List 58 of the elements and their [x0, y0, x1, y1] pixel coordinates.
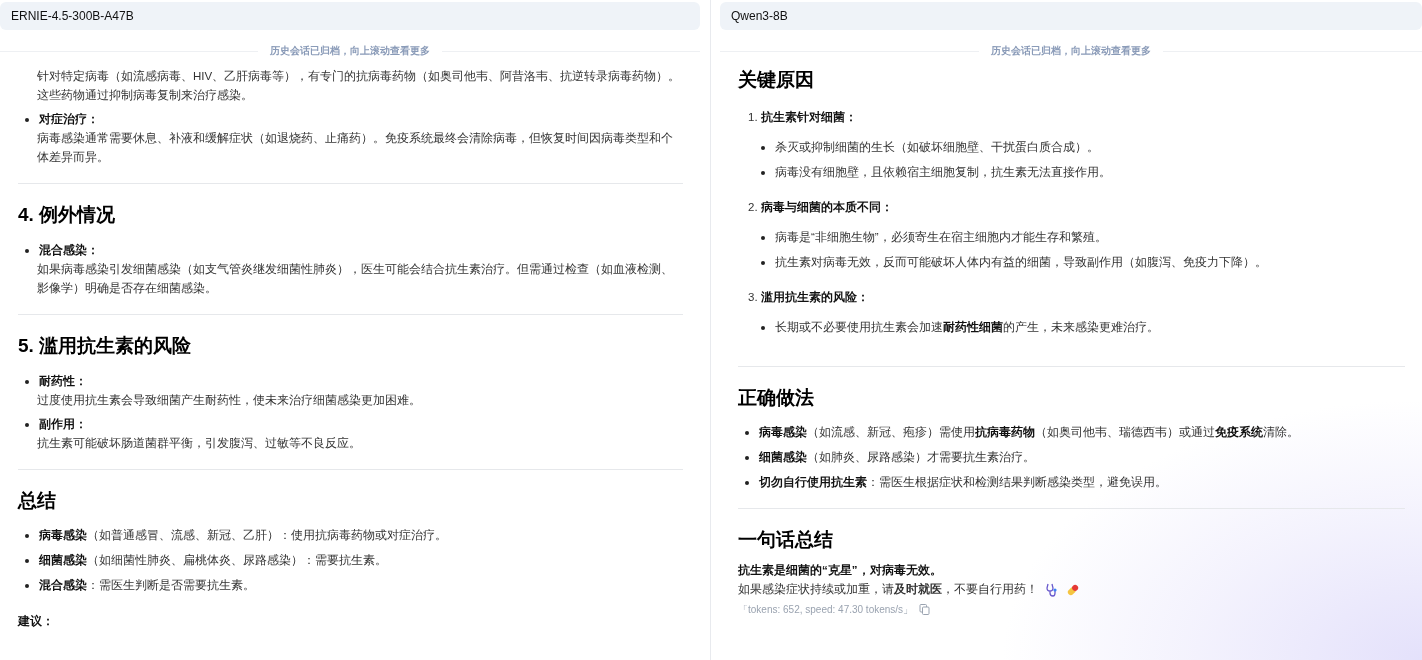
item-label: 耐药性：: [39, 373, 87, 389]
item-text: 过度使用抗生素会导致细菌产生耐药性，使未来治疗细菌感染更加困难。: [36, 393, 422, 408]
item-text: 细菌感染（如细菌性肺炎、扁桃体炎、尿路感染）：需要抗生素。: [39, 552, 387, 568]
item-text: 切勿自行使用抗生素：需医生根据症状和检测结果判断感染类型，避免误用。: [759, 474, 1167, 490]
bullet-dot: [745, 455, 749, 460]
item-text: 病毒感染（如流感、新冠、疱疹）需使用抗病毒药物（如奥司他韦、瑞德西韦）或通过免疫系统清除。: [759, 424, 1299, 440]
item-number: 2.: [748, 201, 758, 213]
item-text: 杀灭或抑制细菌的生长（如破坏细胞壁、干扰蛋白质合成）。: [775, 140, 1099, 155]
section-heading: 一句话总结: [738, 528, 834, 552]
item-label: 副作用：: [39, 417, 87, 432]
paragraph: 建议：: [18, 613, 55, 629]
pill-icon: [1066, 582, 1080, 597]
section-heading: 正确做法: [738, 386, 815, 410]
stethoscope-icon: [1045, 582, 1059, 597]
bullet-dot: [25, 533, 29, 538]
bullet-dot: [25, 117, 29, 122]
token-stats: 「tokens: 652, speed: 47.30 tokens/s」: [738, 603, 914, 617]
section-heading: 5. 滥用抗生素的风险: [18, 334, 193, 358]
item-text: 病毒没有细胞壁，且依赖宿主细胞复制，抗生素无法直接作用。: [775, 165, 1111, 180]
item-text: 抗生素对病毒无效，反而可能破坏人体内有益的细菌，导致副作用（如腹泻、免疫力下降）。: [775, 255, 1267, 270]
bullet-dot: [25, 248, 29, 253]
model-name-bar: Qwen3-8B: [720, 2, 1422, 30]
copy-icon[interactable]: [919, 604, 931, 615]
item-text: 病毒感染（如普通感冒、流感、新冠、乙肝）：使用抗病毒药物或对症治疗。: [39, 527, 447, 543]
bullet-dot: [761, 325, 765, 330]
section-heading: 4. 例外情况: [18, 203, 117, 227]
archive-notice: 历史会话已归档，向上滚动查看更多: [990, 44, 1152, 58]
item-text: 病毒感染通常需要休息、补液和缓解症状（如退烧药、止痛药）。免疫系统最终会清除病毒，但恢复时间因病毒类型和个体差异而异。: [36, 131, 674, 165]
bullet-dot: [745, 480, 749, 485]
paragraph: 如果感染症状持续或加重，请及时就医，不要自行用药！: [738, 582, 1038, 597]
archive-notice: 历史会话已归档，向上滚动查看更多: [269, 44, 431, 58]
item-text: 抗生素可能破坏肠道菌群平衡，引发腹泻、过敏等不良反应。: [36, 436, 362, 451]
bullet-dot: [25, 379, 29, 384]
bullet-dot: [761, 145, 765, 150]
item-text: 如果病毒感染引发细菌感染（如支气管炎继发细菌性肺炎），医生可能会结合抗生素治疗。但需通过检查（如血液检测、影像学）明确是否存在细菌感染。: [36, 262, 674, 296]
bullet-dot: [25, 422, 29, 427]
item-text: 混合感染：需医生判断是否需要抗生素。: [39, 577, 255, 593]
item-text: 病毒是“非细胞生物”，必须寄生在宿主细胞内才能生存和繁殖。: [775, 230, 1107, 245]
item-title: 抗生素针对细菌：: [760, 111, 857, 123]
item-number: 3.: [748, 291, 758, 303]
bullet-dot: [761, 235, 765, 240]
bullet-dot: [761, 260, 765, 265]
paragraph: 抗生素是细菌的“克星”，对病毒无效。: [738, 562, 943, 578]
bullet-dot: [745, 430, 749, 435]
item-number: 1.: [748, 111, 758, 123]
item-label: 混合感染：: [39, 242, 99, 258]
item-text: 针对特定病毒（如流感病毒、HIV、乙肝病毒等），有专门的抗病毒药物（如奥司他韦、阿昔洛韦、抗逆转录病毒药物）。这些药物通过抑制病毒复制来治疗感染。: [36, 69, 682, 103]
item-title: 滥用抗生素的风险：: [760, 291, 869, 303]
model-name-bar: ERNIE-4.5-300B-A47B: [0, 2, 700, 30]
bullet-dot: [25, 583, 29, 588]
bullet-dot: [761, 170, 765, 175]
item-text: 细菌感染（如肺炎、尿路感染）才需要抗生素治疗。: [759, 449, 1035, 465]
section-heading: 关键原因: [738, 68, 815, 92]
item-title: 病毒与细菌的本质不同：: [760, 201, 893, 213]
item-text: 长期或不必要使用抗生素会加速耐药性细菌的产生，未来感染更难治疗。: [775, 319, 1159, 335]
bullet-dot: [25, 558, 29, 563]
section-heading: 总结: [18, 489, 57, 513]
item-label: 对症治疗：: [39, 112, 99, 127]
